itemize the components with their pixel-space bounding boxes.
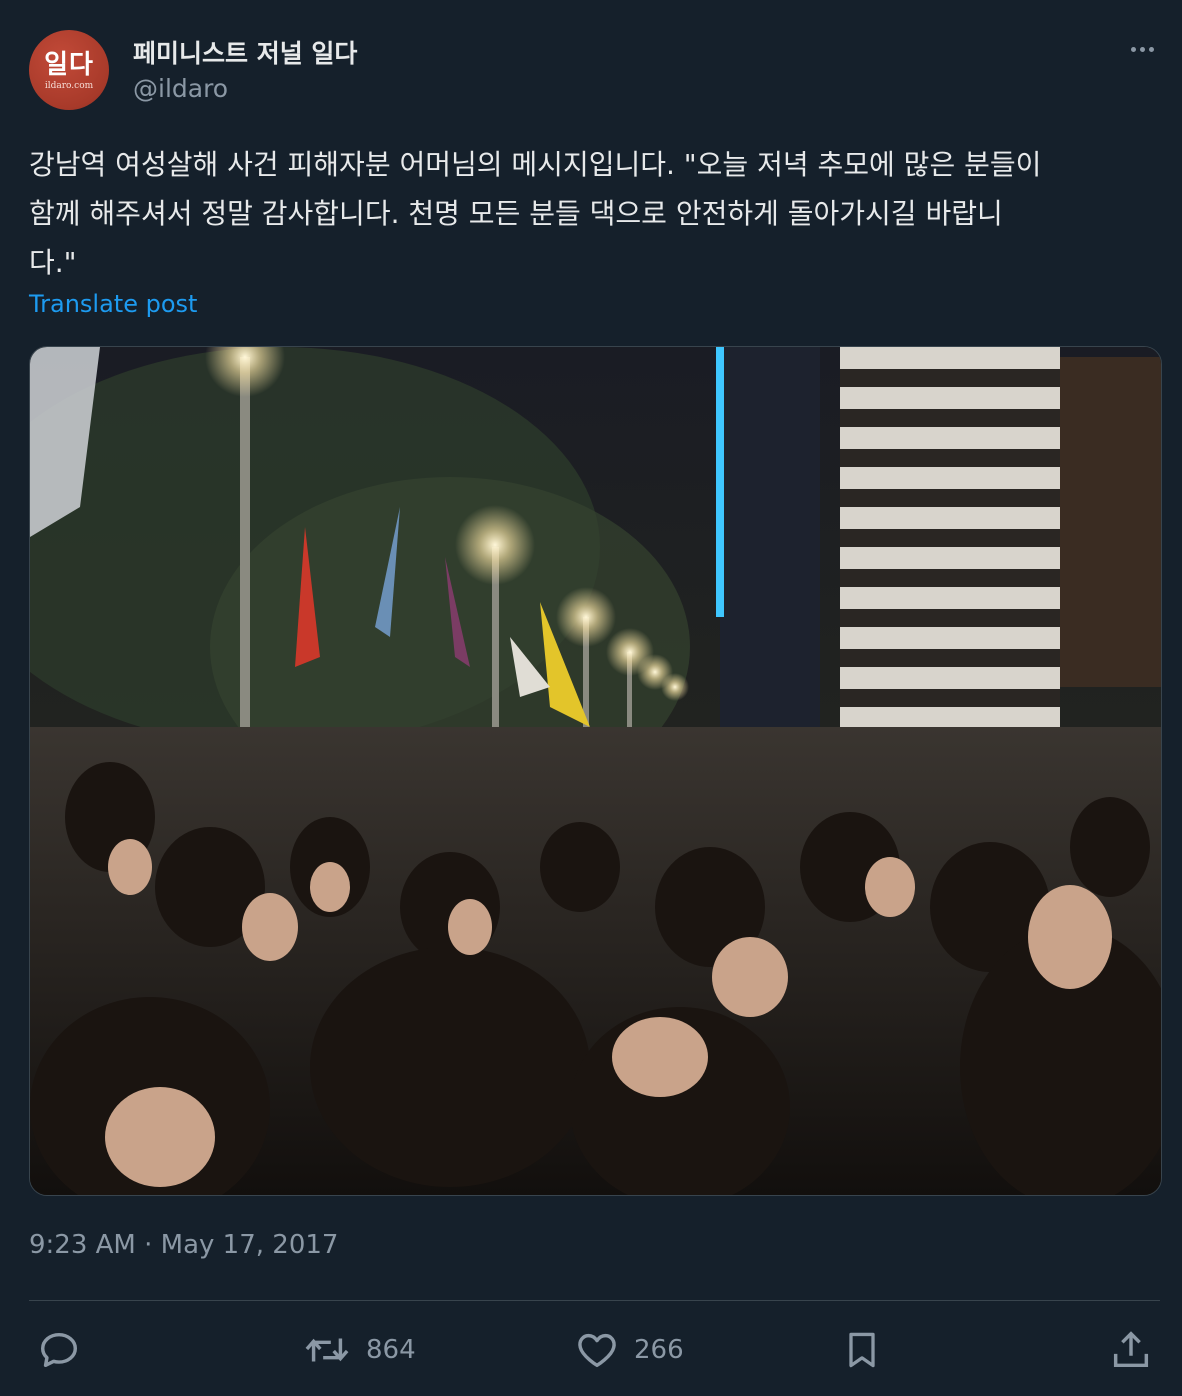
speech-bubble-icon xyxy=(40,1332,78,1368)
tweet-photo[interactable] xyxy=(29,346,1162,1196)
bookmark-button[interactable] xyxy=(840,1326,884,1374)
avatar-logo-text: 일다 xyxy=(44,50,94,80)
display-name[interactable]: 페미니스트 저널 일다 xyxy=(133,34,357,70)
like-count: 266 xyxy=(634,1335,684,1365)
share-icon xyxy=(1113,1331,1149,1368)
user-handle[interactable]: @ildaro xyxy=(133,74,228,103)
tweet-text: 강남역 여성살해 사건 피해자분 어머님의 메시지입니다. "오늘 저녁 추모에… xyxy=(29,148,1042,279)
heart-icon xyxy=(578,1333,616,1368)
tweet-timestamp[interactable]: 9:23 AM · May 17, 2017 xyxy=(29,1230,338,1260)
translate-post-link[interactable]: Translate post xyxy=(29,290,197,318)
share-button[interactable] xyxy=(1108,1326,1154,1374)
reply-button[interactable] xyxy=(36,1326,82,1374)
retweet-button[interactable]: 864 xyxy=(302,1326,416,1374)
divider xyxy=(29,1300,1160,1301)
bookmark-icon xyxy=(849,1332,875,1368)
dot xyxy=(1148,46,1154,52)
retweet-icon xyxy=(305,1338,349,1362)
more-options-icon[interactable] xyxy=(1120,34,1164,64)
like-button[interactable]: 266 xyxy=(574,1326,684,1374)
avatar-logo-subtext: ildaro.com xyxy=(44,81,94,91)
tweet-card: 일다 ildaro.com 페미니스트 저널 일다 @ildaro 강남역 여성… xyxy=(0,0,1182,1396)
dot xyxy=(1139,46,1145,52)
avatar[interactable]: 일다 ildaro.com xyxy=(29,30,109,110)
retweet-count: 864 xyxy=(366,1335,416,1365)
dot xyxy=(1130,46,1136,52)
vigil-crowd-photo xyxy=(30,347,1161,1195)
